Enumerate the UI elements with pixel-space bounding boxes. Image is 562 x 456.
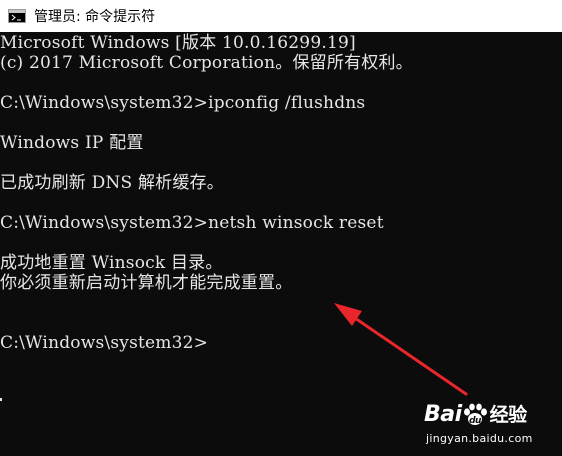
paw-icon: du [463,403,487,426]
logo-text: Bai [424,402,462,427]
logo-suffix: 经验 [489,404,528,426]
baidu-watermark: Bai du 经验 jingyan.baidu.com [424,400,554,452]
svg-text:du: du [469,416,482,426]
baidu-logo: Bai du 经验 [424,400,527,430]
watermark-url: jingyan.baidu.com [426,432,533,445]
red-arrow-icon [334,303,468,396]
cmd-window: 管理员: 命令提示符 Microsoft Windows [版本 10.0.16… [0,0,562,456]
